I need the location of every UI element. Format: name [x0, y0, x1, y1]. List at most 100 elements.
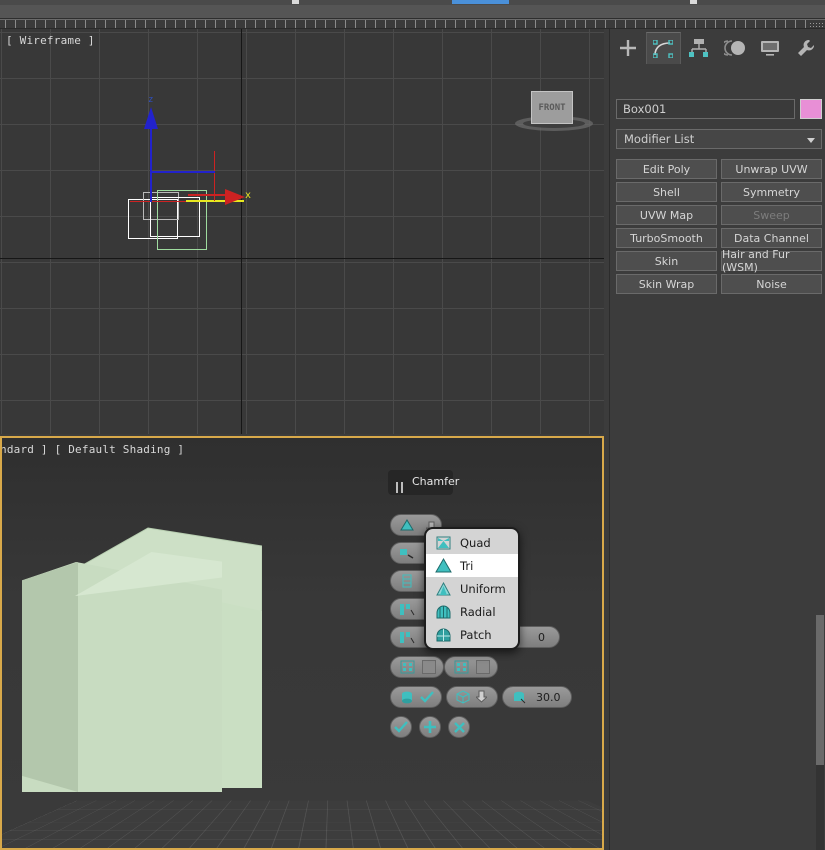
chamfer-type-menu[interactable]: Quad Tri Uniform Radial Patch	[424, 527, 520, 650]
caddy-option-box-down[interactable]	[446, 686, 498, 708]
modifier-sets-buttons[interactable]: Edit Poly Unwrap UVW Shell Symmetry UVW Map S…	[616, 159, 822, 294]
timeline-tick	[235, 20, 236, 29]
object-name-input[interactable]: Box001	[616, 99, 795, 119]
modifier-button-unwrap-uvw[interactable]: Unwrap UVW	[721, 159, 822, 179]
smooth-grid-icon	[396, 659, 418, 675]
timeline-tick	[605, 20, 606, 29]
gizmo-x-axis[interactable]	[188, 194, 230, 196]
grid-line-horizontal	[0, 354, 604, 355]
tri-chamfer-icon	[434, 558, 452, 574]
caddy-check-mark-icon	[420, 688, 434, 707]
gizmo-z-arrow[interactable]	[144, 107, 158, 129]
panel-scrollbar-thumb[interactable]	[816, 615, 824, 765]
modifier-button-data-channel[interactable]: Data Channel	[721, 228, 822, 248]
caddy-option-smoothing-angle[interactable]: 30.0	[502, 686, 572, 708]
grid-line-horizontal	[0, 262, 604, 263]
modifier-button-hair-and-fur-wsm[interactable]: Hair and Fur (WSM)	[721, 251, 822, 271]
modifier-button-shell[interactable]: Shell	[616, 182, 717, 202]
menu-item-tri[interactable]: Tri	[426, 554, 518, 577]
menu-item-radial[interactable]: Radial	[426, 600, 518, 623]
grid-line-vertical	[246, 29, 247, 434]
modify-tab[interactable]	[646, 32, 682, 64]
caddy-cancel-button[interactable]	[448, 716, 470, 738]
modifier-button-label: Data Channel	[734, 232, 809, 245]
caddy-smoothing-angle-value[interactable]: 30.0	[536, 691, 561, 704]
viewport-top-wireframe[interactable]: x z FRONT [ Wireframe ]	[0, 29, 604, 434]
modifier-button-label: Symmetry	[743, 186, 800, 199]
modifier-list-dropdown[interactable]: Modifier List	[616, 129, 822, 149]
viewcube-face-front[interactable]: FRONT	[531, 91, 573, 124]
quad-chamfer-icon	[434, 535, 452, 551]
command-panel-tabs[interactable]	[610, 32, 824, 64]
chevron-down-icon[interactable]	[807, 138, 815, 143]
menu-item-patch[interactable]: Patch	[426, 623, 518, 646]
modifier-button-symmetry[interactable]: Symmetry	[721, 182, 822, 202]
gizmo-x-arrow[interactable]	[225, 189, 245, 205]
timeline-tick	[595, 20, 596, 29]
timeline-tick	[575, 20, 576, 29]
modifier-button-label: Unwrap UVW	[735, 163, 807, 176]
timeline-tick	[165, 20, 166, 29]
timeline-tick	[355, 20, 356, 29]
segments-icon	[396, 573, 418, 589]
caddy-toggle-smooth-1[interactable]	[390, 656, 444, 678]
timeline-tick	[765, 20, 766, 29]
gizmo-z-label: z	[148, 95, 153, 105]
modifier-button-noise[interactable]: Noise	[721, 274, 822, 294]
timeline-tick	[675, 20, 676, 29]
caddy-option-cylinder[interactable]	[390, 686, 442, 708]
gizmo-plane-handle[interactable]	[150, 171, 215, 173]
toolbar-item-active[interactable]	[452, 0, 509, 4]
timeline-tick	[55, 20, 56, 29]
modifier-button-edit-poly[interactable]: Edit Poly	[616, 159, 717, 179]
timeline-tick	[625, 20, 626, 29]
timeline-tick	[615, 20, 616, 29]
timeline-tick	[685, 20, 686, 29]
hierarchy-icon	[689, 39, 709, 57]
caddy-toggle-swatch-2[interactable]	[476, 660, 490, 674]
timeline-tick	[315, 20, 316, 29]
caddy-depth-value-2[interactable]: 0	[538, 631, 545, 644]
timeline-tick	[285, 20, 286, 29]
toolbar-item-a[interactable]	[292, 0, 299, 4]
timeline-tick	[225, 20, 226, 29]
create-tab[interactable]	[610, 32, 646, 64]
timeline-tick	[185, 20, 186, 29]
toolbar-item-b[interactable]	[690, 0, 697, 4]
viewcube-top[interactable]: FRONT	[505, 84, 600, 144]
caddy-apply-button[interactable]	[419, 716, 441, 738]
modifier-button-turbosmooth[interactable]: TurboSmooth	[616, 228, 717, 248]
timeline-ruler[interactable]	[0, 19, 825, 29]
motion-icon	[724, 39, 746, 57]
modifier-button-skin[interactable]: Skin	[616, 251, 717, 271]
gizmo-z-axis[interactable]	[150, 124, 152, 202]
modifier-button-label: Sweep	[753, 209, 790, 222]
caddy-ok-button[interactable]	[390, 716, 412, 738]
smoothing-angle-icon	[508, 689, 530, 705]
modifier-button-uvw-map[interactable]: UVW Map	[616, 205, 717, 225]
menu-item-quad[interactable]: Quad	[426, 531, 518, 554]
edge-tension-icon	[396, 601, 418, 617]
object-color-swatch[interactable]	[800, 99, 822, 119]
caddy-title-bar[interactable]: Chamfer	[388, 470, 453, 495]
caddy-pause-icon[interactable]	[396, 482, 403, 493]
menu-item-uniform[interactable]: Uniform	[426, 577, 518, 600]
timeline-tick	[375, 20, 376, 29]
modifier-button-label: UVW Map	[640, 209, 693, 222]
utilities-tab[interactable]	[788, 32, 824, 64]
motion-tab[interactable]	[717, 32, 753, 64]
grid-line-vertical	[442, 29, 443, 434]
timeline-tick	[25, 20, 26, 29]
timeline-tick	[775, 20, 776, 29]
timeline-tick	[115, 20, 116, 29]
timeline-grip-icon[interactable]	[809, 22, 823, 28]
timeline-tick	[295, 20, 296, 29]
caddy-toggle-swatch-1[interactable]	[422, 660, 436, 674]
grid-line-horizontal	[0, 400, 604, 401]
hierarchy-tab[interactable]	[681, 32, 717, 64]
display-tab[interactable]	[752, 32, 788, 64]
caddy-toggle-smooth-2[interactable]	[444, 656, 498, 678]
timeline-tick	[145, 20, 146, 29]
object-name-row[interactable]: Box001	[616, 99, 822, 119]
modifier-button-skin-wrap[interactable]: Skin Wrap	[616, 274, 717, 294]
